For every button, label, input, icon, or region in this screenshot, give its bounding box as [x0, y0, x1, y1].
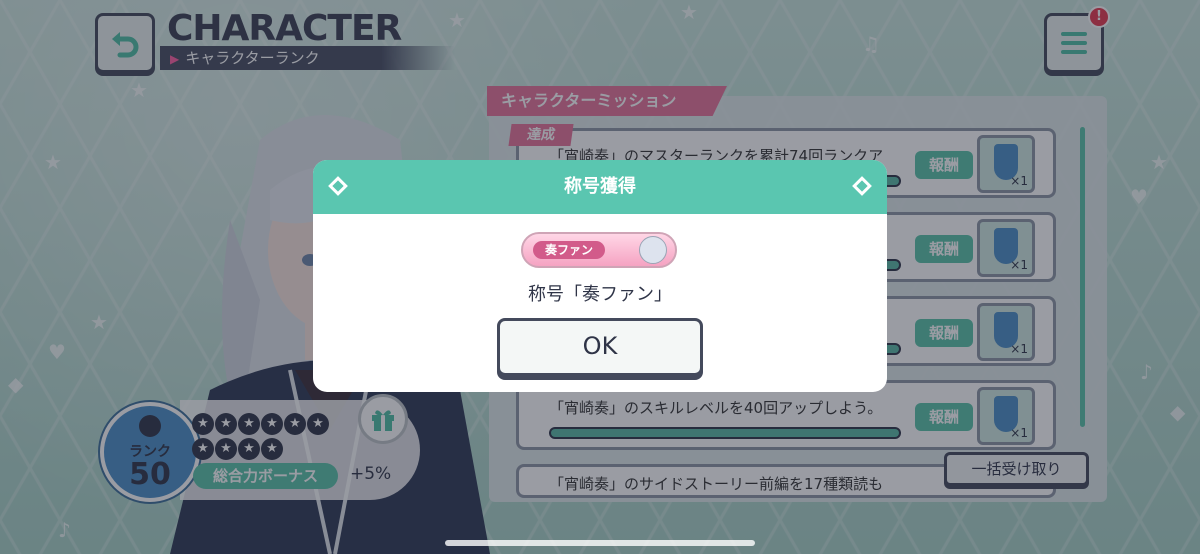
home-indicator[interactable]: [445, 540, 755, 546]
title-acquired-dialog: 称号獲得 奏ファン 称号「奏ファン」 OK: [313, 160, 887, 392]
chibi-character-icon: [639, 236, 667, 264]
diamond-icon: [852, 176, 872, 196]
title-banner: 奏ファン: [521, 232, 677, 268]
title-banner-text: 奏ファン: [533, 241, 605, 259]
title-name: 称号「奏ファン」: [528, 284, 672, 305]
diamond-icon: [328, 176, 348, 196]
ok-button[interactable]: OK: [497, 318, 703, 376]
dialog-header: 称号獲得: [313, 160, 887, 214]
dialog-title: 称号獲得: [564, 176, 636, 197]
